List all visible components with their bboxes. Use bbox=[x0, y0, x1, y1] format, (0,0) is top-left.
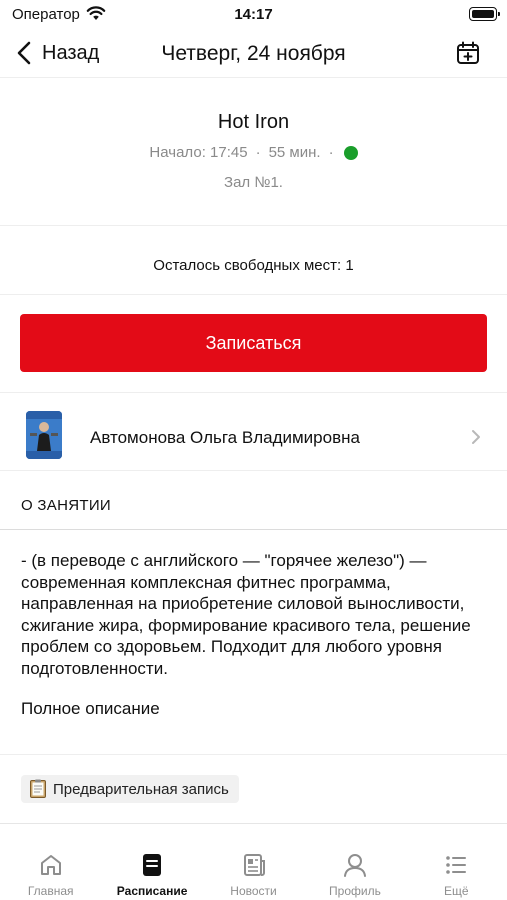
class-header: Hot Iron Начало: 17:45 · 55 мин. · Зал №… bbox=[0, 79, 507, 226]
class-description: - (в переводе с английского — "горячее ж… bbox=[21, 551, 471, 678]
profile-icon bbox=[343, 854, 366, 877]
class-start-time: Начало: 17:45 bbox=[149, 144, 248, 161]
meta-separator: · bbox=[328, 144, 334, 161]
signup-button[interactable]: Записаться bbox=[20, 314, 487, 372]
tab-label: Главная bbox=[27, 884, 74, 898]
status-time: 14:17 bbox=[234, 6, 273, 23]
clipboard-icon bbox=[30, 779, 46, 798]
status-indicator bbox=[343, 145, 358, 160]
meta-separator: · bbox=[255, 144, 261, 161]
home-icon bbox=[40, 855, 61, 875]
tab-label: Ещё bbox=[444, 884, 469, 898]
section-divider bbox=[0, 529, 507, 530]
calendar-add-icon bbox=[457, 41, 479, 64]
class-meta: Начало: 17:45 · 55 мин. · bbox=[0, 144, 507, 161]
trainer-avatar bbox=[26, 411, 62, 459]
trainer-row[interactable]: Автомонова Ольга Владимировна bbox=[0, 393, 507, 471]
page-title: Четверг, 24 ноября bbox=[161, 42, 346, 65]
class-hall: Зал №1. bbox=[224, 174, 283, 191]
pre-booking-tag: Предварительная запись bbox=[21, 775, 239, 803]
class-duration: 55 мин. bbox=[268, 144, 321, 161]
pre-booking-label: Предварительная запись bbox=[53, 780, 229, 798]
news-icon bbox=[243, 854, 265, 876]
tab-profile[interactable]: Профиль bbox=[304, 824, 405, 900]
tab-home[interactable]: Главная bbox=[0, 824, 101, 900]
battery-icon bbox=[469, 7, 500, 21]
class-name: Hot Iron bbox=[217, 111, 290, 133]
tab-label: Новости bbox=[230, 884, 277, 898]
tab-label: Профиль bbox=[329, 884, 381, 898]
chevron-right-icon bbox=[472, 430, 480, 444]
tab-bar: Главная Расписание Новости Профиль Ещё bbox=[0, 823, 507, 900]
navigation-bar: Назад Четверг, 24 ноября bbox=[0, 30, 507, 78]
free-seats-text: Осталось свободных мест: 1 bbox=[153, 257, 354, 274]
tab-schedule[interactable]: Расписание bbox=[101, 824, 202, 900]
divider bbox=[0, 754, 507, 755]
trainer-name: Автомонова Ольга Владимировна bbox=[90, 428, 360, 447]
tab-label: Расписание bbox=[116, 884, 188, 898]
more-icon bbox=[446, 856, 467, 874]
tab-more[interactable]: Ещё bbox=[406, 824, 507, 900]
free-seats-row: Осталось свободных мест: 1 bbox=[0, 227, 507, 295]
tab-news[interactable]: Новости bbox=[203, 824, 304, 900]
schedule-icon bbox=[143, 854, 162, 876]
add-to-calendar-button[interactable] bbox=[455, 40, 481, 66]
section-title: О ЗАНЯТИИ bbox=[21, 497, 111, 514]
full-description-link[interactable]: Полное описание bbox=[21, 699, 160, 719]
status-bar: Оператор 14:17 bbox=[0, 0, 507, 30]
